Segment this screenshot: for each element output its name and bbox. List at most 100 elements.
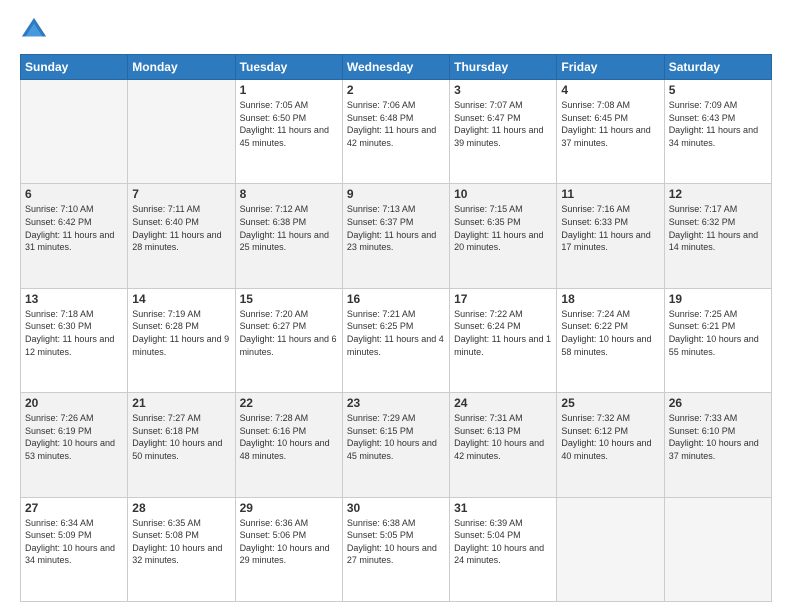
day-number: 14 [132, 292, 230, 306]
col-header-thursday: Thursday [450, 55, 557, 80]
calendar-cell: 26 Sunrise: 7:33 AM Sunset: 6:10 PM Dayli… [664, 393, 771, 497]
calendar-cell: 23 Sunrise: 7:29 AM Sunset: 6:15 PM Dayli… [342, 393, 449, 497]
calendar-cell: 25 Sunrise: 7:32 AM Sunset: 6:12 PM Dayli… [557, 393, 664, 497]
day-number: 24 [454, 396, 552, 410]
day-info: Sunrise: 7:07 AM Sunset: 6:47 PM Dayligh… [454, 99, 552, 149]
day-number: 16 [347, 292, 445, 306]
calendar-cell: 7 Sunrise: 7:11 AM Sunset: 6:40 PM Daylig… [128, 184, 235, 288]
day-info: Sunrise: 7:05 AM Sunset: 6:50 PM Dayligh… [240, 99, 338, 149]
col-header-friday: Friday [557, 55, 664, 80]
day-number: 8 [240, 187, 338, 201]
day-number: 5 [669, 83, 767, 97]
day-info: Sunrise: 7:27 AM Sunset: 6:18 PM Dayligh… [132, 412, 230, 462]
calendar-week-4: 20 Sunrise: 7:26 AM Sunset: 6:19 PM Dayli… [21, 393, 772, 497]
calendar-cell: 16 Sunrise: 7:21 AM Sunset: 6:25 PM Dayli… [342, 288, 449, 392]
day-number: 23 [347, 396, 445, 410]
col-header-monday: Monday [128, 55, 235, 80]
col-header-wednesday: Wednesday [342, 55, 449, 80]
calendar-cell: 15 Sunrise: 7:20 AM Sunset: 6:27 PM Dayli… [235, 288, 342, 392]
day-number: 2 [347, 83, 445, 97]
day-info: Sunrise: 6:39 AM Sunset: 5:04 PM Dayligh… [454, 517, 552, 567]
day-info: Sunrise: 7:25 AM Sunset: 6:21 PM Dayligh… [669, 308, 767, 358]
day-number: 15 [240, 292, 338, 306]
day-info: Sunrise: 7:16 AM Sunset: 6:33 PM Dayligh… [561, 203, 659, 253]
day-info: Sunrise: 7:20 AM Sunset: 6:27 PM Dayligh… [240, 308, 338, 358]
calendar-cell: 5Sunrise: 7:09 AM Sunset: 6:43 PM Daylig… [664, 80, 771, 184]
calendar-cell: 13Sunrise: 7:18 AM Sunset: 6:30 PM Dayli… [21, 288, 128, 392]
day-info: Sunrise: 7:33 AM Sunset: 6:10 PM Dayligh… [669, 412, 767, 462]
calendar-cell: 28Sunrise: 6:35 AM Sunset: 5:08 PM Dayli… [128, 497, 235, 601]
col-header-sunday: Sunday [21, 55, 128, 80]
day-number: 3 [454, 83, 552, 97]
day-number: 19 [669, 292, 767, 306]
calendar-cell: 4 Sunrise: 7:08 AM Sunset: 6:45 PM Daylig… [557, 80, 664, 184]
page: SundayMondayTuesdayWednesdayThursdayFrid… [0, 0, 792, 612]
day-number: 7 [132, 187, 230, 201]
day-info: Sunrise: 7:08 AM Sunset: 6:45 PM Dayligh… [561, 99, 659, 149]
col-header-saturday: Saturday [664, 55, 771, 80]
calendar-week-1: 1Sunrise: 7:05 AM Sunset: 6:50 PM Daylig… [21, 80, 772, 184]
day-number: 30 [347, 501, 445, 515]
day-info: Sunrise: 7:28 AM Sunset: 6:16 PM Dayligh… [240, 412, 338, 462]
header [20, 16, 772, 44]
day-info: Sunrise: 7:21 AM Sunset: 6:25 PM Dayligh… [347, 308, 445, 358]
day-info: Sunrise: 6:36 AM Sunset: 5:06 PM Dayligh… [240, 517, 338, 567]
calendar-cell: 11 Sunrise: 7:16 AM Sunset: 6:33 PM Dayli… [557, 184, 664, 288]
day-number: 26 [669, 396, 767, 410]
day-number: 20 [25, 396, 123, 410]
calendar-cell: 14Sunrise: 7:19 AM Sunset: 6:28 PM Dayli… [128, 288, 235, 392]
logo [20, 16, 52, 44]
calendar-week-5: 27 Sunrise: 6:34 AM Sunset: 5:09 PM Dayli… [21, 497, 772, 601]
calendar-cell [21, 80, 128, 184]
day-info: Sunrise: 7:32 AM Sunset: 6:12 PM Dayligh… [561, 412, 659, 462]
calendar-header-row: SundayMondayTuesdayWednesdayThursdayFrid… [21, 55, 772, 80]
day-info: Sunrise: 7:13 AM Sunset: 6:37 PM Dayligh… [347, 203, 445, 253]
calendar-cell [557, 497, 664, 601]
day-info: Sunrise: 7:29 AM Sunset: 6:15 PM Dayligh… [347, 412, 445, 462]
calendar-cell: 8Sunrise: 7:12 AM Sunset: 6:38 PM Daylig… [235, 184, 342, 288]
calendar-cell: 29 Sunrise: 6:36 AM Sunset: 5:06 PM Dayli… [235, 497, 342, 601]
calendar-cell: 2 Sunrise: 7:06 AM Sunset: 6:48 PM Daylig… [342, 80, 449, 184]
col-header-tuesday: Tuesday [235, 55, 342, 80]
day-number: 22 [240, 396, 338, 410]
day-number: 18 [561, 292, 659, 306]
calendar-cell: 30 Sunrise: 6:38 AM Sunset: 5:05 PM Dayli… [342, 497, 449, 601]
calendar-cell: 10 Sunrise: 7:15 AM Sunset: 6:35 PM Dayli… [450, 184, 557, 288]
day-number: 27 [25, 501, 123, 515]
calendar-cell: 9 Sunrise: 7:13 AM Sunset: 6:37 PM Daylig… [342, 184, 449, 288]
calendar-cell: 1Sunrise: 7:05 AM Sunset: 6:50 PM Daylig… [235, 80, 342, 184]
calendar-cell [664, 497, 771, 601]
day-info: Sunrise: 7:15 AM Sunset: 6:35 PM Dayligh… [454, 203, 552, 253]
day-number: 6 [25, 187, 123, 201]
day-number: 29 [240, 501, 338, 515]
day-info: Sunrise: 7:31 AM Sunset: 6:13 PM Dayligh… [454, 412, 552, 462]
calendar-cell: 20 Sunrise: 7:26 AM Sunset: 6:19 PM Dayli… [21, 393, 128, 497]
calendar-cell: 12Sunrise: 7:17 AM Sunset: 6:32 PM Dayli… [664, 184, 771, 288]
calendar-cell: 24 Sunrise: 7:31 AM Sunset: 6:13 PM Dayli… [450, 393, 557, 497]
day-number: 10 [454, 187, 552, 201]
day-info: Sunrise: 6:34 AM Sunset: 5:09 PM Dayligh… [25, 517, 123, 567]
day-info: Sunrise: 7:10 AM Sunset: 6:42 PM Dayligh… [25, 203, 123, 253]
day-number: 9 [347, 187, 445, 201]
day-info: Sunrise: 7:11 AM Sunset: 6:40 PM Dayligh… [132, 203, 230, 253]
day-number: 25 [561, 396, 659, 410]
calendar-table: SundayMondayTuesdayWednesdayThursdayFrid… [20, 54, 772, 602]
calendar-cell: 6 Sunrise: 7:10 AM Sunset: 6:42 PM Daylig… [21, 184, 128, 288]
day-info: Sunrise: 7:26 AM Sunset: 6:19 PM Dayligh… [25, 412, 123, 462]
day-info: Sunrise: 6:38 AM Sunset: 5:05 PM Dayligh… [347, 517, 445, 567]
day-number: 12 [669, 187, 767, 201]
calendar-cell: 27 Sunrise: 6:34 AM Sunset: 5:09 PM Dayli… [21, 497, 128, 601]
day-info: Sunrise: 7:06 AM Sunset: 6:48 PM Dayligh… [347, 99, 445, 149]
day-number: 13 [25, 292, 123, 306]
calendar-week-3: 13Sunrise: 7:18 AM Sunset: 6:30 PM Dayli… [21, 288, 772, 392]
day-number: 17 [454, 292, 552, 306]
day-number: 4 [561, 83, 659, 97]
day-number: 28 [132, 501, 230, 515]
calendar-cell: 18 Sunrise: 7:24 AM Sunset: 6:22 PM Dayli… [557, 288, 664, 392]
day-info: Sunrise: 7:24 AM Sunset: 6:22 PM Dayligh… [561, 308, 659, 358]
day-info: Sunrise: 7:22 AM Sunset: 6:24 PM Dayligh… [454, 308, 552, 358]
calendar-cell: 17 Sunrise: 7:22 AM Sunset: 6:24 PM Dayli… [450, 288, 557, 392]
logo-icon [20, 16, 48, 44]
day-number: 31 [454, 501, 552, 515]
day-number: 11 [561, 187, 659, 201]
